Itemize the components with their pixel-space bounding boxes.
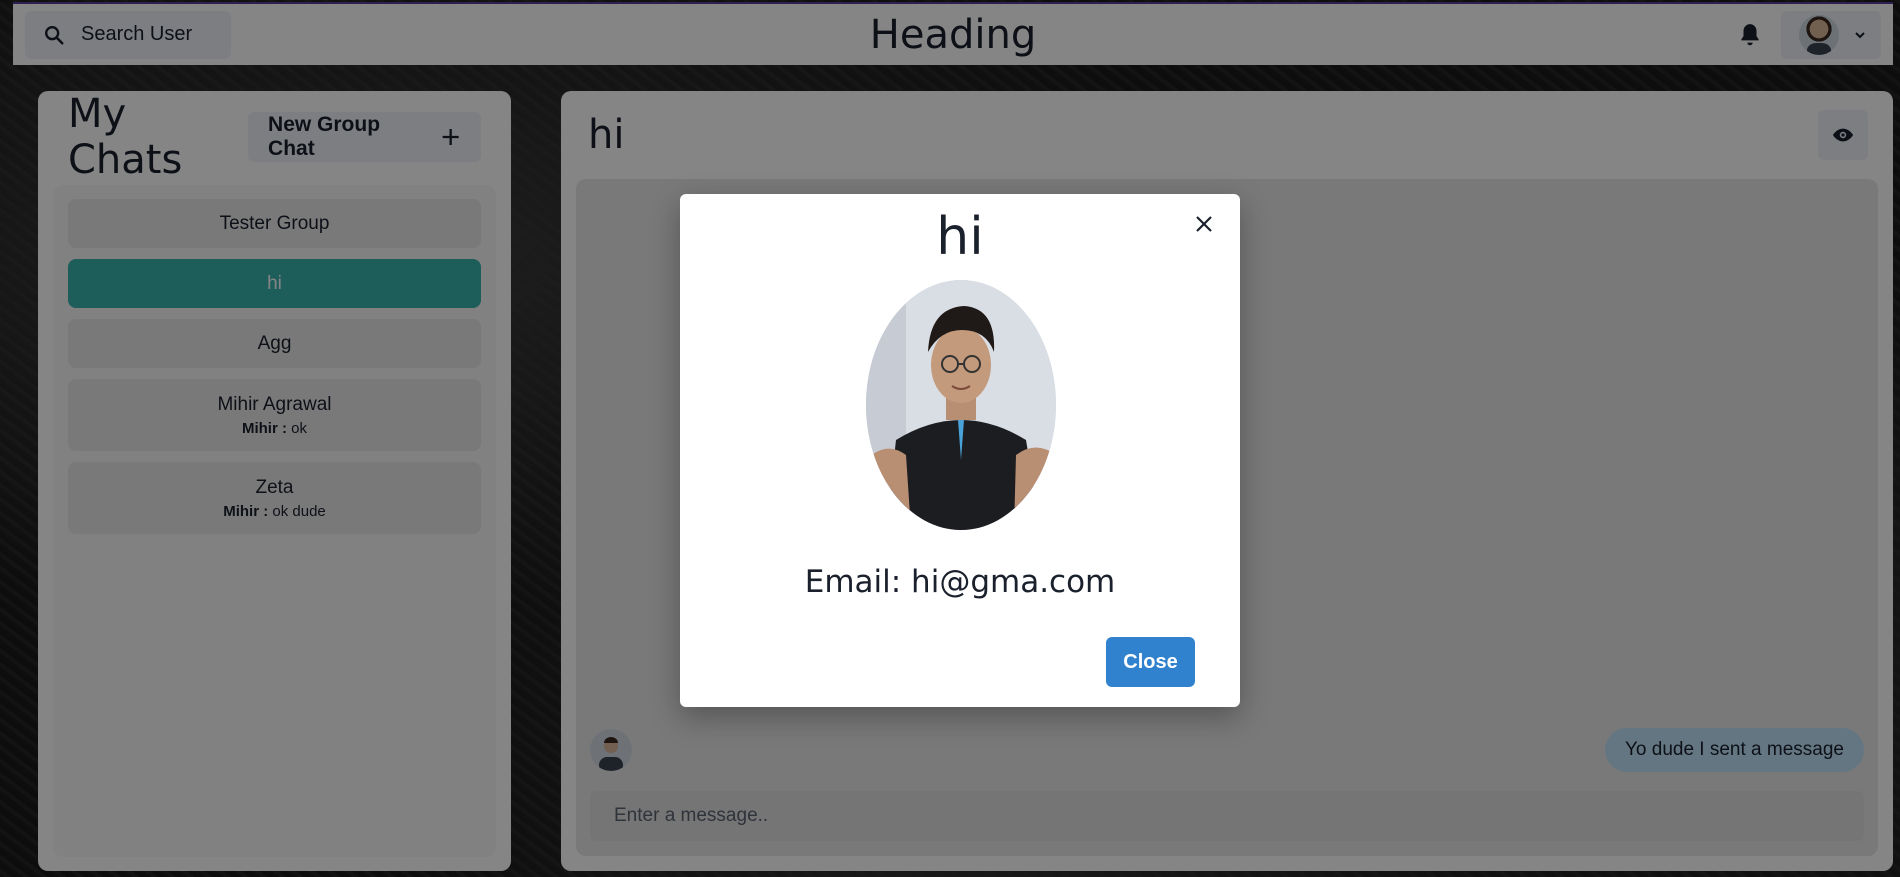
modal-email: Email: hi@gma.com [804,564,1116,600]
profile-modal: hi Email: hi@gma.com Close [680,194,1240,707]
close-icon [1196,216,1212,232]
modal-close-button[interactable]: Close [1106,637,1195,687]
modal-title: hi [936,207,984,267]
profile-photo [866,280,1056,530]
profile-photo-image [866,280,1056,530]
modal-close-x-button[interactable] [1188,208,1220,240]
